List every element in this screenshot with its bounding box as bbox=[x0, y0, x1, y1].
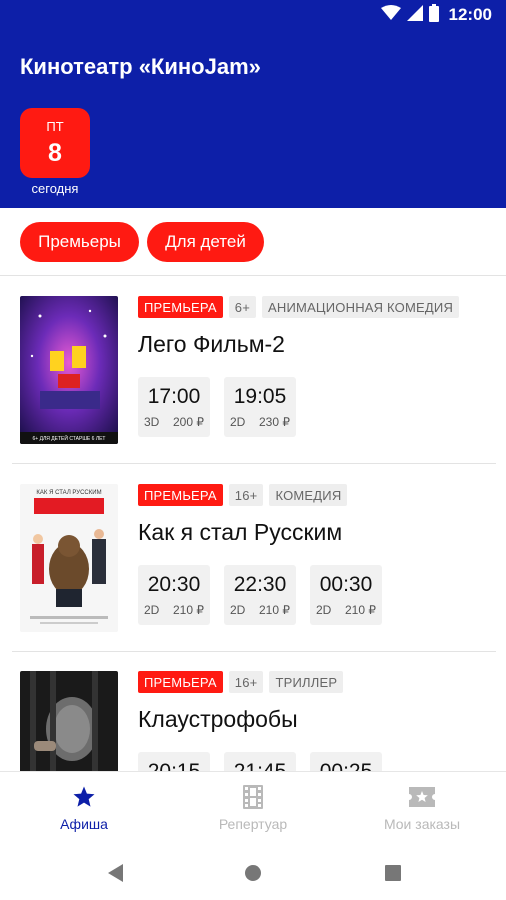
status-time: 12:00 bbox=[448, 5, 492, 24]
session-format: 2D bbox=[144, 603, 160, 617]
filter-chip-kids[interactable]: Для детей bbox=[147, 222, 264, 262]
session-list: 17:00 3D 200 ₽ 19:05 2D 230 ₽ bbox=[138, 377, 296, 437]
ticket-icon bbox=[409, 784, 435, 810]
movie-tags: ПРЕМЬЕРА 16+ КОМЕДИЯ bbox=[138, 484, 348, 506]
date-day-number: 8 bbox=[48, 139, 62, 167]
session-time: 00:30 bbox=[319, 573, 373, 596]
poster-caption: 6+ ДЛЯ ДЕТЕЙ СТАРШЕ 6 ЛЕТ bbox=[32, 434, 105, 442]
film-icon bbox=[240, 784, 266, 810]
filter-bar: Премьеры Для детей bbox=[0, 208, 506, 276]
genre-label: ТРИЛЛЕР bbox=[269, 671, 344, 693]
nav-afisha[interactable]: Афиша bbox=[0, 772, 168, 846]
session-price: 210 ₽ bbox=[345, 603, 376, 617]
movie-poster[interactable]: КАК Я СТАЛ РУССКИМ bbox=[20, 484, 118, 632]
session-format: 3D bbox=[144, 415, 160, 429]
status-icons: 12:00 bbox=[380, 3, 492, 27]
session-price: 230 ₽ bbox=[259, 415, 290, 429]
recents-icon[interactable] bbox=[381, 861, 405, 885]
nav-my-orders[interactable]: Мои заказы bbox=[338, 772, 506, 846]
poster-caption: КАК Я СТАЛ РУССКИМ bbox=[36, 490, 101, 496]
session-button[interactable]: 17:00 3D 200 ₽ bbox=[138, 377, 210, 437]
session-button[interactable]: 20:30 2D 210 ₽ bbox=[138, 565, 210, 625]
page-title: Кинотеатр «КиноJam» bbox=[20, 54, 261, 79]
session-time: 20:15 bbox=[138, 760, 210, 771]
filter-chip-premieres[interactable]: Премьеры bbox=[20, 222, 139, 262]
divider bbox=[12, 463, 496, 464]
app-header: Кинотеатр «КиноJam» ПТ 8 сегодня bbox=[0, 30, 506, 208]
session-time: 20:30 bbox=[147, 573, 201, 596]
date-caption: сегодня bbox=[31, 181, 79, 196]
session-format: 2D bbox=[230, 415, 246, 429]
session-time: 21:45 bbox=[224, 760, 296, 771]
premiere-badge: ПРЕМЬЕРА bbox=[138, 484, 223, 506]
age-rating: 6+ bbox=[228, 296, 257, 318]
nav-label: Афиша bbox=[60, 816, 108, 832]
movie-title: Лего Фильм-2 bbox=[138, 331, 285, 357]
premiere-badge: ПРЕМЬЕРА bbox=[138, 296, 223, 318]
session-time: 17:00 bbox=[147, 385, 201, 408]
session-button[interactable]: 00:25 bbox=[310, 752, 382, 771]
session-time: 19:05 bbox=[233, 385, 287, 408]
movie-title: Клаустрофобы bbox=[138, 706, 298, 732]
session-time: 22:30 bbox=[233, 573, 287, 596]
premiere-badge: ПРЕМЬЕРА bbox=[138, 671, 223, 693]
age-rating: 16+ bbox=[228, 484, 264, 506]
session-price: 210 ₽ bbox=[259, 603, 290, 617]
session-button[interactable]: 19:05 2D 230 ₽ bbox=[224, 377, 296, 437]
movie-card-klaustrofoby[interactable]: ПРЕМЬЕРА 16+ ТРИЛЛЕР Клаустрофобы 20:15 … bbox=[12, 671, 496, 771]
movie-poster[interactable] bbox=[20, 671, 118, 771]
date-day-of-week: ПТ bbox=[46, 119, 64, 134]
divider bbox=[12, 651, 496, 652]
status-bar: 12:00 bbox=[0, 0, 506, 30]
genre-label: КОМЕДИЯ bbox=[269, 484, 348, 506]
movie-title: Как я стал Русским bbox=[138, 519, 343, 545]
bottom-navigation: Афиша Репертуар Мои заказы bbox=[0, 771, 506, 845]
movie-tags: ПРЕМЬЕРА 6+ АНИМАЦИОННАЯ КОМЕДИЯ bbox=[138, 296, 460, 318]
star-icon bbox=[71, 784, 97, 810]
nav-label: Репертуар bbox=[218, 816, 288, 832]
nav-label: Мои заказы bbox=[383, 816, 461, 832]
system-navigation-bar bbox=[0, 845, 506, 900]
session-button[interactable]: 20:15 bbox=[138, 752, 210, 771]
movie-tags: ПРЕМЬЕРА 16+ ТРИЛЛЕР bbox=[138, 671, 344, 693]
nav-repertuar[interactable]: Репертуар bbox=[169, 772, 337, 846]
wifi-icon bbox=[380, 4, 401, 26]
genre-label: АНИМАЦИОННАЯ КОМЕДИЯ bbox=[262, 296, 460, 318]
movie-poster[interactable]: 6+ ДЛЯ ДЕТЕЙ СТАРШЕ 6 ЛЕТ bbox=[20, 296, 118, 444]
home-icon[interactable] bbox=[241, 861, 265, 885]
age-rating: 16+ bbox=[228, 671, 264, 693]
session-list: 20:30 2D 210 ₽ 22:30 2D 210 ₽ 00:30 2D 2… bbox=[138, 565, 382, 625]
back-icon[interactable] bbox=[104, 861, 128, 885]
session-format: 2D bbox=[230, 603, 246, 617]
session-price: 200 ₽ bbox=[173, 415, 204, 429]
movie-card-lego[interactable]: 6+ ДЛЯ ДЕТЕЙ СТАРШЕ 6 ЛЕТ ПРЕМЬЕРА 6+ АН… bbox=[12, 296, 496, 464]
battery-icon bbox=[428, 3, 439, 27]
session-button[interactable]: 00:30 2D 210 ₽ bbox=[310, 565, 382, 625]
session-price: 210 ₽ bbox=[173, 603, 204, 617]
session-list: 20:15 21:45 00:25 bbox=[138, 752, 382, 771]
date-selector-today[interactable]: ПТ 8 bbox=[20, 108, 90, 178]
signal-icon bbox=[406, 4, 423, 26]
session-button[interactable]: 21:45 bbox=[224, 752, 296, 771]
session-format: 2D bbox=[316, 603, 332, 617]
session-time: 00:25 bbox=[310, 760, 382, 771]
movie-card-kak-ya-stal-russkim[interactable]: КАК Я СТАЛ РУССКИМ ПРЕМЬЕРА 16+ КОМЕДИЯ … bbox=[12, 484, 496, 652]
session-button[interactable]: 22:30 2D 210 ₽ bbox=[224, 565, 296, 625]
